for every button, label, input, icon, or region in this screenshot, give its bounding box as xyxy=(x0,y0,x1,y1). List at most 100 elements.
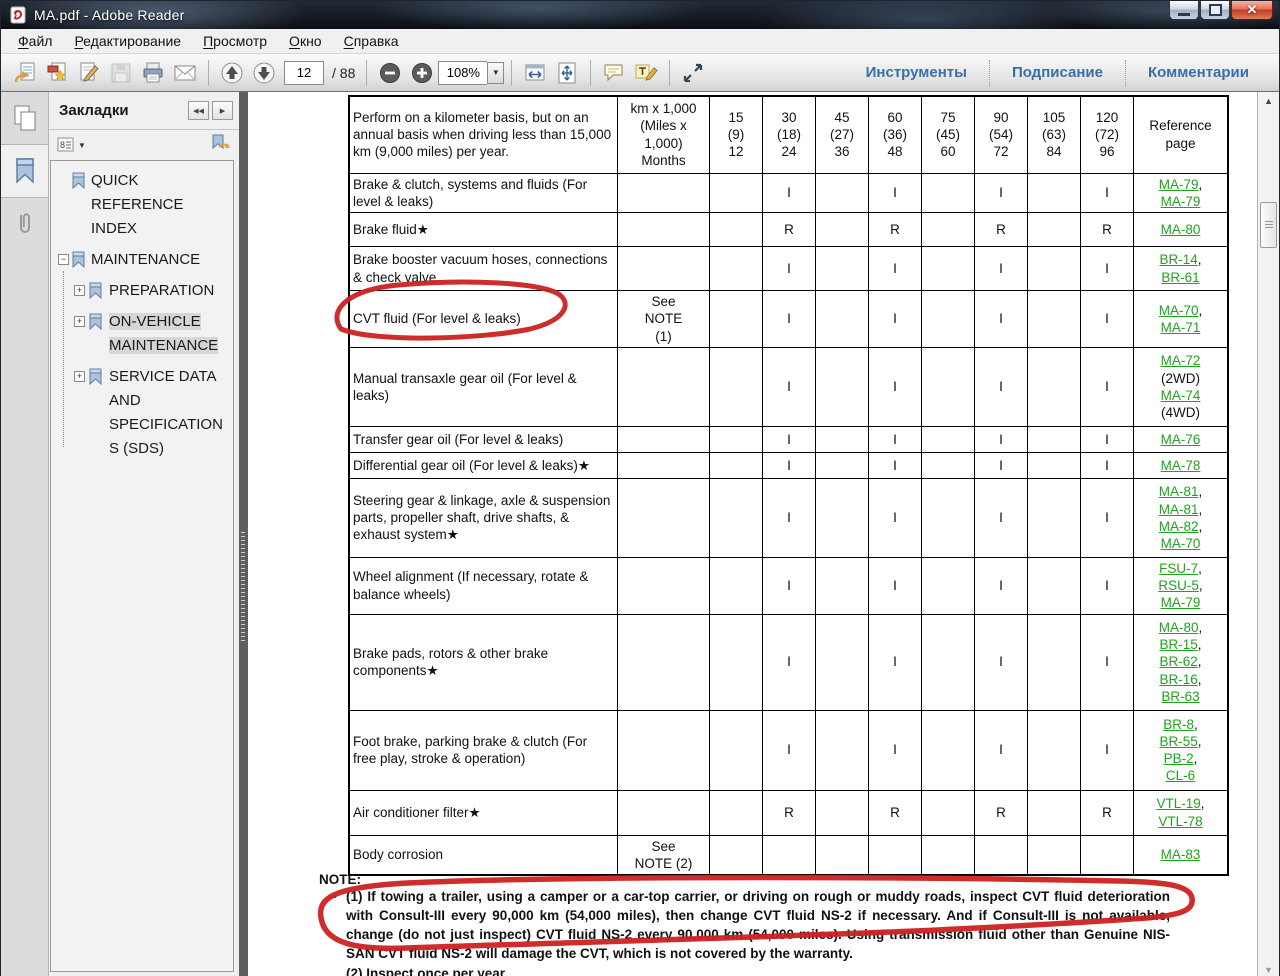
bookmarks-panel: Закладки ◀◀ ▶ 8 ▼ xyxy=(49,92,239,976)
zoom-level-input[interactable] xyxy=(438,61,487,85)
fit-page-button[interactable] xyxy=(553,59,581,87)
bookmark-label[interactable]: MAINTENANCE xyxy=(91,251,200,268)
mark-cell: I xyxy=(974,710,1027,790)
header-interval: km x 1,000 (Miles x 1,000) Months xyxy=(617,96,709,173)
previous-page-button[interactable] xyxy=(218,59,246,87)
fit-width-button[interactable] xyxy=(521,59,549,87)
reference-link[interactable]: PB-2 xyxy=(1164,751,1194,766)
attachments-button[interactable] xyxy=(1,198,48,250)
reference-link[interactable]: MA-80 xyxy=(1161,222,1201,237)
bookmark-item[interactable]: QUICK REFERENCE INDEX xyxy=(58,169,229,241)
reference-link[interactable]: MA-74 xyxy=(1161,388,1201,403)
minimize-button[interactable] xyxy=(1169,1,1199,20)
panel-button[interactable]: Комментарии xyxy=(1125,60,1271,86)
reference-cell: FSU-7,RSU-5,MA-79 xyxy=(1133,557,1228,614)
save-button[interactable] xyxy=(107,59,135,87)
print-button[interactable] xyxy=(139,59,167,87)
highlight-text-button[interactable] xyxy=(632,59,660,87)
reference-link[interactable]: MA-72 xyxy=(1161,353,1201,368)
adobe-reader-window: MA.pdf - Adobe Reader ✕ ФайлРедактирован… xyxy=(0,0,1280,976)
menu-item[interactable]: Просмотр xyxy=(192,31,278,51)
zoom-in-button[interactable] xyxy=(408,59,436,87)
restore-button[interactable] xyxy=(1200,1,1230,20)
sign-document-button[interactable] xyxy=(75,59,103,87)
expand-node-icon[interactable]: + xyxy=(74,316,85,327)
expand-current-bookmark-button[interactable] xyxy=(209,134,231,157)
create-pdf-button[interactable] xyxy=(43,59,71,87)
bookmark-label[interactable]: QUICK REFERENCE INDEX xyxy=(91,172,184,237)
reference-link[interactable]: BR-62 xyxy=(1159,654,1197,669)
bookmark-label[interactable]: SERVICE DATA AND SPECIFICATIONS (SDS) xyxy=(109,368,223,457)
reference-link[interactable]: BR-55 xyxy=(1159,734,1197,749)
bookmark-icon xyxy=(71,172,86,190)
menu-item[interactable]: Файл xyxy=(7,31,63,51)
menu-item[interactable]: Редактирование xyxy=(63,31,192,51)
bookmarks-panel-button[interactable] xyxy=(1,144,48,198)
expand-node-icon[interactable]: + xyxy=(74,371,85,382)
panel-splitter[interactable] xyxy=(239,92,248,976)
collapse-node-icon[interactable]: − xyxy=(58,254,69,265)
next-page-button[interactable] xyxy=(250,59,278,87)
reference-link[interactable]: MA-83 xyxy=(1161,847,1201,862)
reference-link[interactable]: BR-61 xyxy=(1161,270,1199,285)
reference-link[interactable]: MA-76 xyxy=(1161,432,1201,447)
reference-link[interactable]: FSU-7 xyxy=(1159,561,1198,576)
reference-link[interactable]: MA-81 xyxy=(1159,502,1199,517)
reference-link[interactable]: MA-70 xyxy=(1161,536,1201,551)
vertical-scrollbar[interactable]: ▲ ▼ xyxy=(1257,92,1279,976)
zoom-out-button[interactable] xyxy=(376,59,404,87)
fullscreen-button[interactable] xyxy=(679,59,707,87)
reference-link[interactable]: MA-81 xyxy=(1159,484,1199,499)
scrollbar-thumb[interactable] xyxy=(1260,202,1277,248)
menu-item[interactable]: Окно xyxy=(278,31,333,51)
reference-link[interactable]: MA-79 xyxy=(1159,177,1199,192)
open-file-button[interactable] xyxy=(11,59,39,87)
menu-item[interactable]: Справка xyxy=(333,31,410,51)
bookmark-options-button[interactable]: 8 ▼ xyxy=(57,137,86,153)
reference-link[interactable]: MA-79 xyxy=(1161,194,1201,209)
reference-link[interactable]: MA-71 xyxy=(1161,320,1201,335)
comment-button[interactable] xyxy=(600,59,628,87)
mark-cell: I xyxy=(762,557,815,614)
bookmark-item[interactable]: + ON-VEHICLE MAINTENANCE xyxy=(58,310,229,358)
reference-link[interactable]: VTL-78 xyxy=(1158,814,1202,829)
bookmark-label[interactable]: PREPARATION xyxy=(109,282,214,299)
reference-link[interactable]: BR-16 xyxy=(1159,672,1197,687)
mark-cell: R xyxy=(974,790,1027,835)
panel-button[interactable]: Инструменты xyxy=(844,60,989,86)
bookmark-item[interactable]: − MAINTENANCE xyxy=(58,248,229,272)
reference-link[interactable]: BR-15 xyxy=(1159,637,1197,652)
mark-cell xyxy=(974,835,1027,875)
scroll-down-button[interactable]: ▼ xyxy=(1258,965,1279,975)
panel-title: Закладки xyxy=(59,102,185,119)
page-number-input[interactable] xyxy=(284,61,324,85)
reference-link[interactable]: MA-70 xyxy=(1159,303,1199,318)
close-button[interactable]: ✕ xyxy=(1231,1,1273,20)
bookmark-item[interactable]: + PREPARATION xyxy=(58,279,229,303)
reference-link[interactable]: RSU-5 xyxy=(1158,578,1199,593)
page-thumbnails-button[interactable] xyxy=(1,92,48,144)
email-button[interactable] xyxy=(171,59,199,87)
panel-button[interactable]: Подписание xyxy=(989,60,1125,86)
zoom-dropdown-button[interactable]: ▼ xyxy=(487,62,504,84)
interval-note-cell xyxy=(617,173,709,213)
interval-note-cell xyxy=(617,710,709,790)
header-period: 75 (45) 60 xyxy=(921,96,974,173)
reference-link[interactable]: CL-6 xyxy=(1166,768,1195,783)
reference-link[interactable]: MA-79 xyxy=(1161,595,1201,610)
bookmark-label[interactable]: ON-VEHICLE MAINTENANCE xyxy=(109,313,218,354)
reference-link[interactable]: MA-82 xyxy=(1159,519,1199,534)
collapse-panel-button[interactable]: ◀◀ xyxy=(188,101,209,120)
reference-link[interactable]: BR-14 xyxy=(1159,252,1197,267)
mark-cell: I xyxy=(974,557,1027,614)
expand-panel-button[interactable]: ▶ xyxy=(212,101,233,120)
reference-link[interactable]: VTL-19 xyxy=(1156,796,1200,811)
expand-node-icon[interactable]: + xyxy=(74,285,85,296)
scroll-up-button[interactable]: ▲ xyxy=(1258,96,1279,106)
bookmarks-toolbar: 8 ▼ xyxy=(49,130,239,160)
reference-link[interactable]: MA-78 xyxy=(1161,458,1201,473)
reference-link[interactable]: MA-80 xyxy=(1159,620,1199,635)
reference-link[interactable]: BR-8 xyxy=(1163,717,1194,732)
bookmark-item[interactable]: + SERVICE DATA AND SPECIFICATIONS (SDS) xyxy=(58,365,229,461)
reference-link[interactable]: BR-63 xyxy=(1161,689,1199,704)
